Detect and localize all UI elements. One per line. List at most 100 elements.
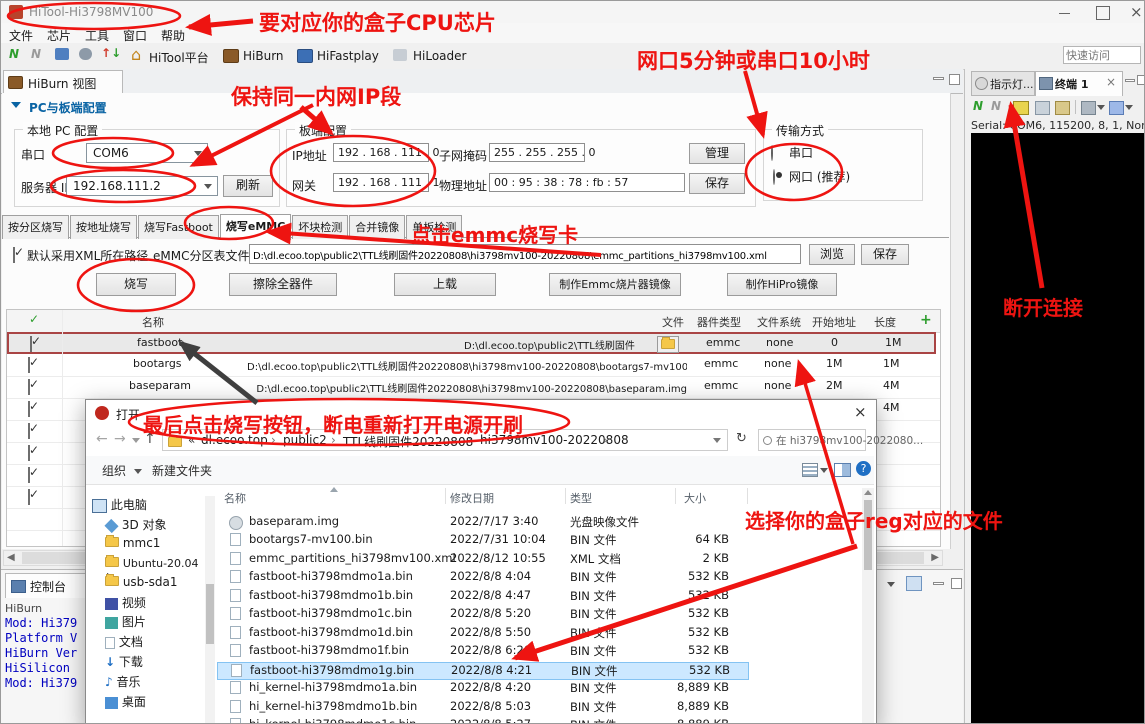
make-emmc-image-button[interactable]: 制作Emmc烧片器镜像: [549, 273, 681, 296]
file-row[interactable]: fastboot-hi3798mdmo1c.bin2022/8/8 5:20BI…: [217, 606, 749, 624]
col-name[interactable]: 名称: [142, 314, 164, 330]
file-row-selected[interactable]: fastboot-hi3798mdmo1g.bin2022/8/8 4:21BI…: [217, 662, 749, 680]
row6-checkbox[interactable]: [28, 445, 30, 461]
sidebar-item-this-pc[interactable]: 此电脑: [92, 496, 204, 516]
col-start[interactable]: 开始地址: [812, 314, 856, 330]
menu-chip[interactable]: 芯片: [47, 27, 71, 44]
tab-fastboot-burn[interactable]: 烧写Fastboot: [138, 215, 219, 239]
board-save-button[interactable]: 保存: [689, 173, 745, 194]
menu-window[interactable]: 窗口: [123, 27, 147, 44]
console-menu-caret-icon[interactable]: [887, 582, 895, 587]
sidebar-item-videos[interactable]: 视频: [92, 594, 204, 613]
organize-button[interactable]: 组织: [102, 462, 126, 479]
file-col-size[interactable]: 大小: [684, 490, 706, 506]
file-row[interactable]: hi_kernel-hi3798mdmo1c.bin2022/8/8 5:27B…: [217, 717, 749, 724]
refresh-button[interactable]: 刷新: [223, 175, 273, 197]
tab-terminal-1[interactable]: 终端 1 ×: [1035, 71, 1123, 96]
pc-settings-icon[interactable]: [55, 48, 69, 60]
file-row[interactable]: fastboot-hi3798mdmo1a.bin2022/8/8 4:04BI…: [217, 569, 749, 587]
sidebar-item-ubuntu[interactable]: Ubuntu-20.04 (: [92, 556, 204, 575]
gateway-field[interactable]: 192 . 168 . 111 . 1: [333, 173, 429, 192]
add-row-icon[interactable]: +: [920, 312, 932, 328]
tab-hiburn-view[interactable]: HiBurn 视图: [3, 70, 123, 94]
sidebar-item-desktop[interactable]: 桌面: [92, 693, 204, 713]
section-collapse-icon[interactable]: [11, 102, 21, 108]
mac-field[interactable]: 00 : 95 : 38 : 78 : fb : 57: [489, 173, 685, 192]
quick-access-input[interactable]: [1063, 46, 1141, 64]
toolbar-hifastplay[interactable]: HiFastplay: [317, 49, 379, 63]
new-terminal-icon[interactable]: [1109, 101, 1124, 115]
tab-badblock-check[interactable]: 坏块检测: [292, 215, 348, 239]
new-folder-button[interactable]: 新建文件夹: [152, 462, 212, 479]
sidebar-item-pictures[interactable]: 图片: [92, 613, 204, 633]
transfer-icon[interactable]: ↑↓: [101, 46, 121, 60]
sidebar-scroll-thumb[interactable]: [206, 584, 214, 644]
menu-tools[interactable]: 工具: [85, 27, 109, 44]
dialog-search-box[interactable]: 在 hi3798mv100-2022080...: [758, 429, 866, 451]
menu-help[interactable]: 帮助: [161, 27, 185, 44]
file-col-type[interactable]: 类型: [570, 490, 592, 506]
view-minimize-icon[interactable]: [933, 77, 944, 80]
console-minimize-icon[interactable]: [933, 582, 944, 585]
make-hipro-image-button[interactable]: 制作HiPro镜像: [727, 273, 837, 296]
history-caret-icon[interactable]: [132, 438, 140, 443]
serial-combo[interactable]: COM6: [86, 143, 208, 163]
file-row[interactable]: baseparam.img2022/7/17 3:40光盘映像文件: [217, 514, 749, 532]
board-ip-field[interactable]: 192 . 168 . 111 . 0: [333, 143, 429, 162]
open-console-icon[interactable]: [906, 576, 922, 591]
sidebar-item-3d-objects[interactable]: 3D 对象: [92, 516, 204, 536]
tab-emmc-burn[interactable]: 烧写eMMC: [220, 214, 291, 240]
terminal-disconnect-icon[interactable]: N: [991, 99, 1001, 113]
upload-button[interactable]: 上载: [394, 273, 496, 296]
serial-radio[interactable]: [771, 145, 773, 161]
row5-checkbox[interactable]: [28, 423, 30, 439]
row3-checkbox[interactable]: [28, 379, 30, 395]
toolbar-hiburn[interactable]: HiBurn: [243, 49, 284, 63]
col-file[interactable]: 文件: [662, 314, 684, 330]
console-maximize-icon[interactable]: [951, 578, 962, 589]
table-row-bootargs[interactable]: bootargs D:\dl.ecoo.top\public2\TTL线刷固件2…: [7, 354, 940, 377]
sidebar-item-downloads[interactable]: ↓ 下载: [92, 653, 204, 673]
tab-partition-burn[interactable]: 按分区烧写: [2, 215, 69, 239]
file-row[interactable]: emmc_partitions_hi3798mv100.xml2022/8/12…: [217, 551, 749, 569]
dialog-close-icon[interactable]: ×: [854, 403, 867, 421]
netmask-field[interactable]: 255 . 255 . 255 . 0: [489, 143, 585, 162]
file-row[interactable]: fastboot-hi3798mdmo1b.bin2022/8/8 4:47BI…: [217, 588, 749, 606]
file-row[interactable]: fastboot-hi3798mdmo1f.bin2022/8/8 6:20BI…: [217, 643, 749, 661]
col-devtype[interactable]: 器件类型: [697, 314, 741, 330]
tab-address-burn[interactable]: 按地址烧写: [70, 215, 137, 239]
network-radio[interactable]: [773, 169, 775, 185]
terminal-pin-icon[interactable]: [1035, 101, 1050, 115]
terminal-properties-icon[interactable]: [1013, 101, 1029, 115]
erase-all-button[interactable]: 擦除全器件: [229, 273, 337, 296]
col-fs[interactable]: 文件系统: [757, 314, 801, 330]
terminal-settings-icon[interactable]: [1081, 101, 1096, 115]
terminal-connect-icon[interactable]: N: [973, 99, 983, 113]
sidebar-scrollbar[interactable]: [205, 496, 215, 724]
tab-merge-image[interactable]: 合并镜像: [349, 215, 405, 239]
terminal-maximize-icon[interactable]: [1137, 75, 1145, 85]
minimize-button[interactable]: [1047, 1, 1081, 23]
check-all-icon[interactable]: ✓: [29, 312, 39, 326]
sidebar-item-usb-sda1[interactable]: usb-sda1: [92, 575, 204, 594]
browse-button[interactable]: 浏览: [809, 244, 855, 265]
breadcrumb-caret-icon[interactable]: [713, 438, 721, 443]
disconnect-icon[interactable]: N: [31, 47, 41, 61]
manage-button[interactable]: 管理: [689, 143, 745, 164]
file-row[interactable]: bootargs7-mv100.bin2022/7/31 10:04BIN 文件…: [217, 532, 749, 550]
sidebar-item-music[interactable]: ♪ 音乐: [92, 673, 204, 693]
section-title[interactable]: PC与板端配置: [29, 99, 107, 116]
new-terminal-caret-icon[interactable]: [1125, 105, 1133, 110]
help-icon[interactable]: ?: [856, 461, 871, 476]
file-col-name[interactable]: 名称: [224, 490, 246, 506]
plug-tool-icon[interactable]: [79, 48, 92, 60]
connect-icon[interactable]: N: [9, 47, 19, 61]
refresh-icon[interactable]: ↻: [736, 431, 747, 446]
row2-checkbox[interactable]: [28, 357, 30, 373]
view-maximize-icon[interactable]: [949, 74, 960, 85]
col-length[interactable]: 长度: [874, 314, 896, 330]
row4-checkbox[interactable]: [28, 401, 30, 417]
view-mode-caret-icon[interactable]: [820, 468, 828, 473]
burn-button[interactable]: 烧写: [96, 273, 176, 296]
sidebar-item-documents[interactable]: 文档: [92, 633, 204, 653]
